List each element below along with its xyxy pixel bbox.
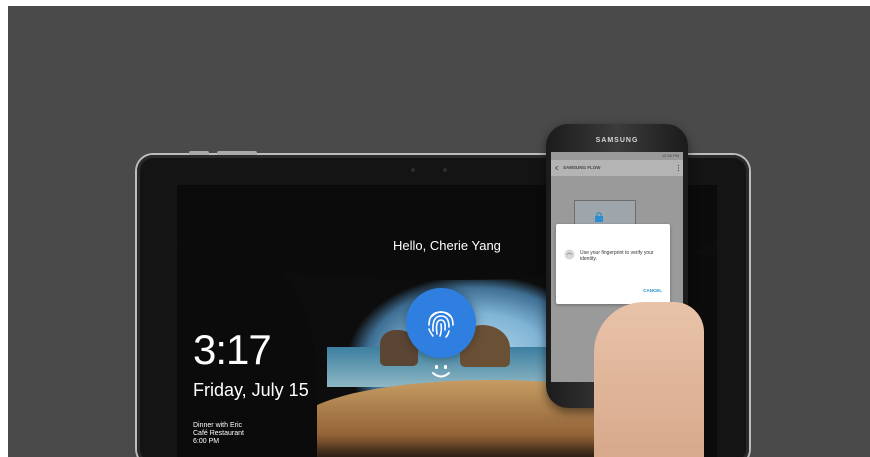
- tablet-volume-button: [217, 151, 257, 155]
- phone-brand: SAMSUNG: [595, 137, 639, 144]
- cancel-button[interactable]: CANCEL: [643, 288, 662, 293]
- status-time: 12:45 PM: [661, 153, 679, 158]
- photo-stage: Hello, Cherie Yang 3:17 Friday, July 15 …: [8, 6, 870, 457]
- event-time: 6:00 PM: [193, 438, 220, 445]
- fingerprint-icon: [564, 249, 575, 260]
- app-title: SAMSUNG FLOW: [563, 165, 601, 170]
- fingerprint-icon: [428, 311, 454, 338]
- fingerprint-button[interactable]: [406, 288, 476, 358]
- clock-date: Friday, July 15: [193, 380, 309, 400]
- verify-dialog: Use your fingerprint to verify your iden…: [556, 224, 670, 304]
- lock-icon: [595, 212, 603, 222]
- back-arrow-icon[interactable]: [554, 165, 560, 171]
- event-title: Dinner with Eric: [193, 422, 243, 429]
- hand: [594, 302, 704, 457]
- more-options-icon[interactable]: [677, 164, 680, 172]
- greeting-text: Hello, Cherie Yang: [393, 238, 501, 253]
- clock-time: 3:17: [193, 326, 272, 373]
- tablet-sensor: [443, 168, 447, 172]
- event-location: Café Restaurant: [193, 430, 244, 437]
- app-bar: SAMSUNG FLOW: [551, 160, 683, 176]
- tablet-button: [189, 151, 209, 155]
- smiley-icon: [432, 365, 450, 378]
- tablet-camera: [411, 168, 415, 172]
- dialog-message: Use your fingerprint to verify your iden…: [580, 250, 654, 262]
